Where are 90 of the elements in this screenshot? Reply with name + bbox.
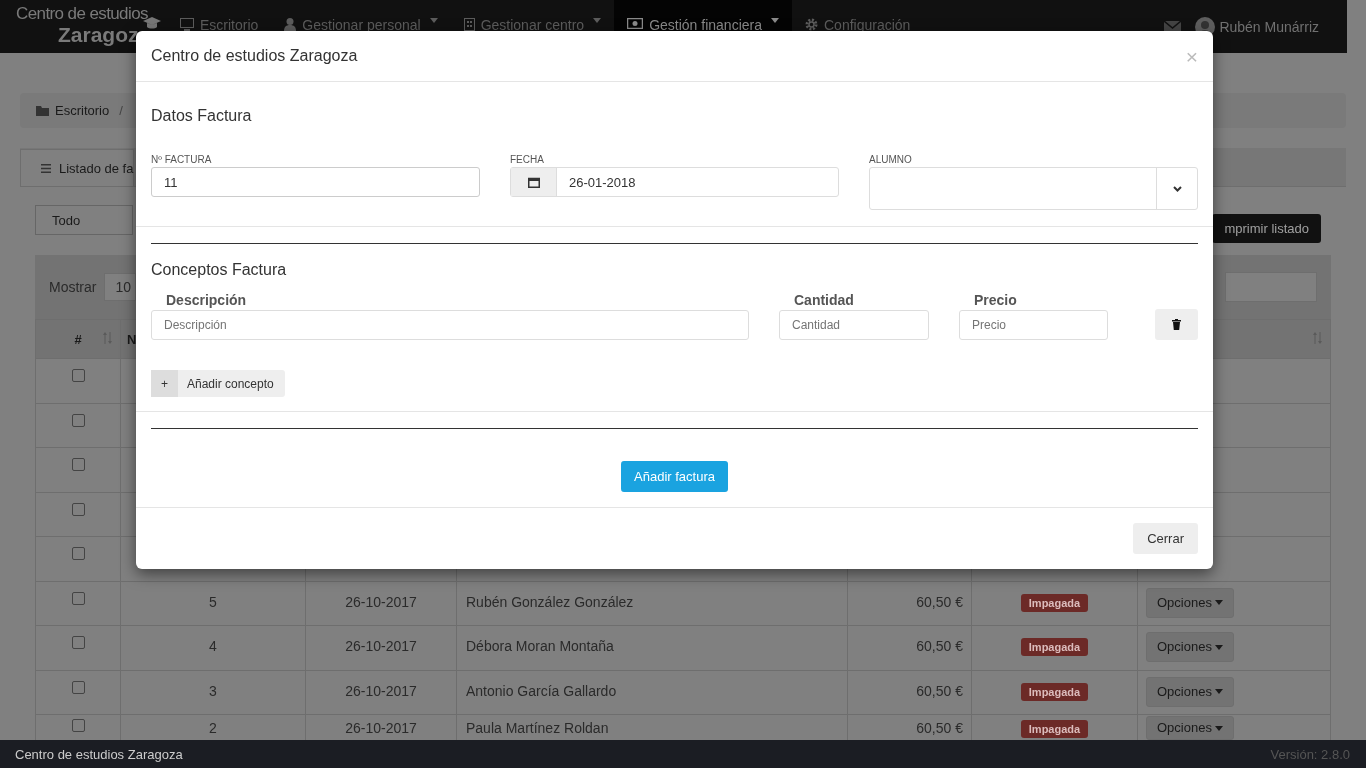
invoice-number: 3 — [209, 682, 217, 699]
student-select[interactable] — [869, 167, 1198, 210]
row-checkbox[interactable] — [71, 719, 85, 732]
building-icon — [463, 18, 475, 31]
user-name[interactable]: Rubén Munárriz — [1219, 18, 1319, 35]
nav-link[interactable]: Gestión financiera — [614, 0, 792, 31]
invoice-amount: 60,50 € — [916, 720, 963, 736]
invoice-date: 26-10-2017 — [345, 638, 417, 654]
options-button[interactable]: Opciones — [1146, 676, 1234, 707]
column-header[interactable]: N — [127, 331, 137, 347]
date-field[interactable]: 26-01-2018 — [510, 167, 839, 197]
banknote-icon — [627, 18, 644, 29]
row-checkbox[interactable] — [71, 458, 85, 471]
invoice-amount: 60,50 € — [916, 593, 963, 610]
invoice-number-field[interactable]: 11 — [151, 167, 480, 197]
options-button[interactable]: Opciones — [1146, 632, 1234, 662]
invoice-date: 26-10-2017 — [345, 682, 417, 699]
field-label: Nº FACTURA — [151, 154, 213, 165]
status-badge: Impagada — [1020, 593, 1089, 612]
sort-icon[interactable] — [103, 332, 112, 344]
add-concept-button[interactable]: + Añadir concepto — [151, 370, 285, 397]
monitor-icon — [180, 18, 194, 31]
close-button[interactable]: × — [1185, 45, 1198, 67]
status-badge: Impagada — [1020, 720, 1089, 738]
caret-icon — [1214, 725, 1223, 731]
caret-icon — [1214, 689, 1223, 694]
section-heading: Datos Factura — [151, 107, 253, 125]
invoice-amount: 60,50 € — [916, 638, 963, 654]
filter-select[interactable]: Todo — [35, 205, 133, 235]
page-size-select[interactable]: 10 — [104, 273, 137, 301]
breadcrumb-separator: / — [119, 103, 123, 118]
options-button[interactable]: Opciones — [1146, 587, 1234, 618]
show-label: Mostrar — [49, 279, 97, 295]
status-badge: Impagada — [1020, 682, 1089, 701]
caret-icon — [1214, 600, 1223, 605]
nav-link[interactable]: Configuración — [792, 0, 924, 31]
options-button[interactable]: Opciones — [1146, 716, 1234, 740]
brand-subtitle: Zaragoz — [57, 23, 139, 47]
delete-button[interactable] — [1155, 309, 1198, 340]
graduation-cap-icon — [143, 17, 161, 30]
gear-icon — [805, 18, 818, 31]
field-label: FECHA — [510, 154, 545, 165]
description-field[interactable]: Descripción — [151, 310, 749, 340]
chevron-down-icon — [1172, 185, 1182, 192]
version-text: Versión: 2.8.0 — [1270, 746, 1350, 762]
student-name: Paula Martínez Roldan — [466, 720, 609, 736]
invoice-date: 26-10-2017 — [345, 593, 417, 610]
person-icon — [284, 18, 297, 31]
caret-icon — [1214, 644, 1223, 650]
sort-icon[interactable] — [1313, 332, 1322, 344]
row-checkbox[interactable] — [71, 636, 85, 649]
row-checkbox[interactable] — [71, 502, 85, 516]
calendar-icon — [527, 176, 540, 188]
invoice-amount: 60,50 € — [916, 682, 963, 699]
nav-link[interactable]: Escritorio — [167, 0, 272, 31]
list-icon — [41, 163, 51, 173]
row-checkbox[interactable] — [71, 591, 85, 605]
column-header[interactable]: # — [74, 331, 82, 347]
invoice-number: 5 — [209, 593, 217, 610]
student-name: Rubén González González — [466, 593, 634, 610]
invoice-number: 4 — [209, 638, 217, 654]
quantity-field[interactable]: Cantidad — [779, 310, 929, 340]
invoice-number: 2 — [209, 720, 217, 736]
row-checkbox[interactable] — [71, 369, 85, 382]
status-badge: Impagada — [1020, 638, 1089, 656]
row-checkbox[interactable] — [71, 547, 85, 560]
row-checkbox[interactable] — [71, 413, 85, 427]
print-button[interactable]: mprimir listado — [1212, 214, 1321, 243]
row-checkbox[interactable] — [71, 680, 85, 694]
price-field[interactable]: Precio — [959, 310, 1108, 340]
modal-title: Centro de estudios Zaragoza — [151, 47, 358, 65]
nav-link[interactable]: Gestionar centro — [450, 0, 615, 31]
section-heading: Conceptos Factura — [151, 261, 288, 279]
column-label: Cantidad — [793, 292, 855, 308]
field-label: ALUMNO — [869, 154, 913, 165]
invoice-date: 26-10-2017 — [345, 720, 417, 736]
student-name: Antonio García Gallardo — [466, 682, 617, 699]
panel-tab[interactable]: Listado de fa — [20, 149, 135, 186]
add-invoice-button[interactable]: Añadir factura — [621, 461, 728, 492]
nav-link[interactable]: Gestionar personal — [271, 0, 451, 31]
close-button[interactable]: Cerrar — [1133, 523, 1198, 554]
column-label: Descripción — [165, 292, 248, 308]
trash-icon — [1172, 319, 1181, 330]
footer-text: Centro de estudios Zaragoza — [15, 746, 183, 762]
breadcrumb-link[interactable]: Escritorio — [55, 103, 110, 118]
brand-title: Centro de estudios — [16, 4, 148, 23]
column-label: Precio — [973, 292, 1018, 308]
envelope-icon[interactable] — [1164, 20, 1182, 33]
folder-icon — [36, 105, 49, 116]
student-name: Débora Moran Montaña — [466, 638, 614, 654]
